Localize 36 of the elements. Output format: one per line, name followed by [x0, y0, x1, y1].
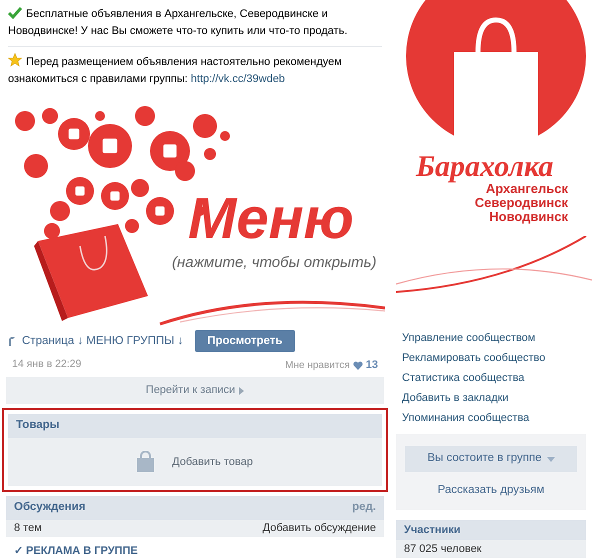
- topic-count: 8 тем: [14, 521, 42, 536]
- post-link[interactable]: http://vk.cc/39wdeb: [190, 73, 285, 85]
- post-date: 14 янв в 22:29: [12, 357, 82, 372]
- sidebar-link[interactable]: Добавить в закладки: [402, 388, 586, 408]
- section-title: Обсуждения: [14, 500, 86, 516]
- check-icon: [8, 7, 22, 19]
- member-count: 87 025 человек: [404, 542, 482, 557]
- add-product-button[interactable]: Добавить товар: [8, 438, 382, 486]
- bag-icon: [137, 451, 154, 472]
- banner-subtitle: (нажмите, чтобы открыть): [172, 253, 376, 273]
- page-icon: [8, 336, 16, 346]
- section-header: Товары: [8, 414, 382, 438]
- share-link[interactable]: Рассказать друзьям: [438, 482, 544, 500]
- view-button[interactable]: Просмотреть: [195, 330, 295, 352]
- logo-title: Барахолка: [416, 150, 554, 184]
- membership-button[interactable]: Вы состоите в группе: [405, 446, 577, 472]
- banner-title: Меню: [188, 188, 354, 250]
- sidebar-link[interactable]: Управление сообществом: [402, 328, 586, 348]
- go-to-post-link[interactable]: Перейти к записи: [6, 377, 384, 404]
- section-title: Участники: [404, 522, 461, 538]
- sidebar-link[interactable]: Статистика сообщества: [402, 368, 586, 388]
- heart-icon: [352, 360, 363, 370]
- add-discussion-link[interactable]: Добавить обсуждение: [262, 520, 376, 537]
- page-link[interactable]: Страница ↓ МЕНЮ ГРУППЫ ↓: [22, 332, 184, 350]
- sidebar-link[interactable]: Упоминания сообщества: [402, 408, 586, 428]
- like-button[interactable]: Мне нравится 13: [285, 356, 378, 374]
- star-icon: [8, 53, 22, 67]
- logo-subtitle: Новодвинск: [489, 210, 568, 224]
- logo-subtitle: Архангельск: [486, 182, 568, 196]
- post-title: ✓ РЕКЛАМА В ГРУППЕ: [13, 544, 139, 560]
- post-text: Перед размещением объявления настоятельно рекомендуем ознакомиться с правилами группы: http://vk.cc/39wdeb: [8, 53, 382, 88]
- post-text: Бесплатные объявления в Архангельске, Северодвинске и Новодвинске! У нас Вы сможете что-то купить или что-то продать.: [8, 6, 348, 39]
- sidebar-link[interactable]: Рекламировать сообщество: [402, 348, 586, 368]
- arrow-right-icon: [239, 386, 244, 395]
- caret-icon: [546, 456, 555, 462]
- logo-subtitle: Северодвинск: [474, 196, 568, 210]
